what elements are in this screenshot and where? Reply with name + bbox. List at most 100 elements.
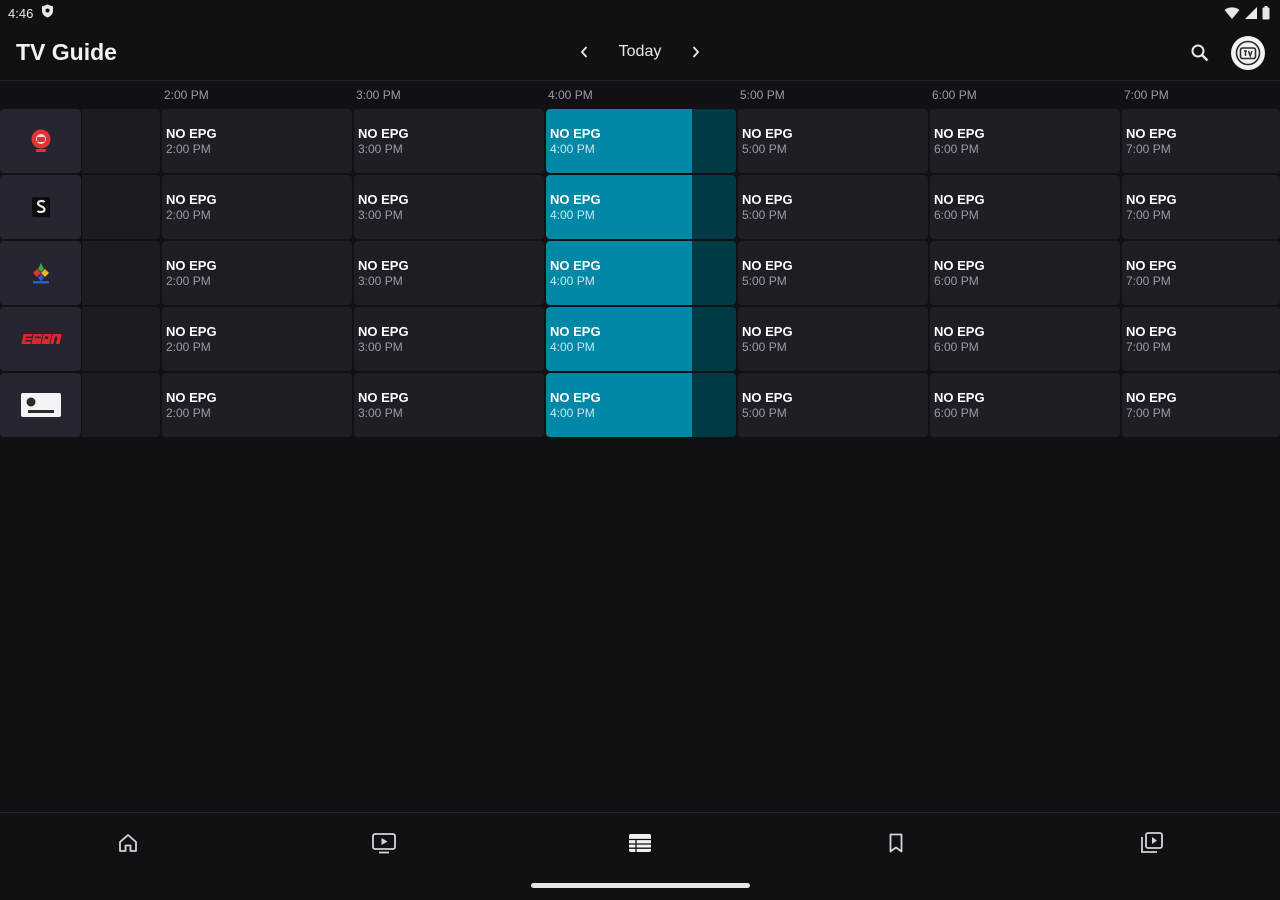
channel-spacer <box>82 241 160 305</box>
time-tick: 2:00 PM <box>164 88 209 102</box>
program-cell[interactable]: NO EPG 2:00 PM <box>162 175 352 239</box>
program-time: 2:00 PM <box>166 340 211 354</box>
timeline-header: 2:00 PM 3:00 PM 4:00 PM 5:00 PM 6:00 PM … <box>0 82 1280 108</box>
program-time: 2:00 PM <box>166 208 211 222</box>
program-title: NO EPG <box>550 192 601 207</box>
next-day-button[interactable] <box>682 36 710 68</box>
program-cell[interactable]: NO EPG 5:00 PM <box>738 241 928 305</box>
gesture-bar[interactable] <box>531 883 750 888</box>
program-time: 6:00 PM <box>934 208 979 222</box>
search-button[interactable] <box>1186 39 1214 67</box>
program-title: NO EPG <box>358 390 409 405</box>
program-title: NO EPG <box>358 126 409 141</box>
channel-logo-red-tv-icon <box>31 129 50 152</box>
program-title: NO EPG <box>550 324 601 339</box>
guide-row: NO EPG 2:00 PM NO EPG 3:00 PM NO EPG 4:0… <box>0 175 1280 239</box>
program-time: 7:00 PM <box>1126 142 1171 156</box>
nav-live-tv-button[interactable] <box>362 827 406 859</box>
program-cell[interactable]: NO EPG 6:00 PM <box>930 109 1120 173</box>
library-icon <box>1141 832 1163 853</box>
program-cell[interactable]: NO EPG 7:00 PM <box>1122 307 1280 371</box>
program-title: NO EPG <box>166 126 217 141</box>
profile-avatar-button[interactable] <box>1231 36 1265 70</box>
program-time: 7:00 PM <box>1126 274 1171 288</box>
program-time: 2:00 PM <box>166 406 211 420</box>
program-time: 6:00 PM <box>934 274 979 288</box>
program-cell[interactable]: NO EPG 6:00 PM <box>930 175 1120 239</box>
date-navigator: Today <box>570 36 710 68</box>
program-title: NO EPG <box>742 126 793 141</box>
program-cell[interactable]: NO EPG 2:00 PM <box>162 307 352 371</box>
program-time: 3:00 PM <box>358 142 403 156</box>
program-cell-now-playing[interactable]: NO EPG 4:00 PM <box>546 109 736 173</box>
program-cell[interactable]: NO EPG 5:00 PM <box>738 373 928 437</box>
program-cell[interactable]: NO EPG 7:00 PM <box>1122 373 1280 437</box>
previous-day-button[interactable] <box>570 36 598 68</box>
program-cell-now-playing[interactable]: NO EPG 4:00 PM <box>546 241 736 305</box>
bookmark-icon <box>889 833 903 853</box>
channel-logo-button[interactable] <box>0 307 81 371</box>
channel-logo-button[interactable] <box>0 241 81 305</box>
program-cell[interactable]: NO EPG 2:00 PM <box>162 109 352 173</box>
program-cell[interactable]: NO EPG 6:00 PM <box>930 373 1120 437</box>
program-cell[interactable]: NO EPG 3:00 PM <box>354 373 544 437</box>
program-cell-now-playing[interactable]: NO EPG 4:00 PM <box>546 373 736 437</box>
program-cell[interactable]: NO EPG 2:00 PM <box>162 373 352 437</box>
battery-icon <box>1262 6 1270 20</box>
nav-guide-button[interactable] <box>618 827 662 859</box>
program-time: 7:00 PM <box>1126 406 1171 420</box>
program-title: NO EPG <box>550 258 601 273</box>
program-title: NO EPG <box>1126 192 1177 207</box>
status-bar: 4:46 <box>0 0 1280 26</box>
program-time: 5:00 PM <box>742 406 787 420</box>
program-cell[interactable]: NO EPG 5:00 PM <box>738 175 928 239</box>
program-cell[interactable]: NO EPG 7:00 PM <box>1122 241 1280 305</box>
program-cell-now-playing[interactable]: NO EPG 4:00 PM <box>546 175 736 239</box>
channel-logo-espn-icon <box>20 334 62 344</box>
program-time: 2:00 PM <box>166 274 211 288</box>
program-cell[interactable]: NO EPG 3:00 PM <box>354 175 544 239</box>
program-time: 4:00 PM <box>550 274 595 288</box>
channel-spacer <box>82 175 160 239</box>
program-time: 4:00 PM <box>550 340 595 354</box>
program-time: 3:00 PM <box>358 208 403 222</box>
nav-home-button[interactable] <box>106 827 150 859</box>
program-cell[interactable]: NO EPG 6:00 PM <box>930 241 1120 305</box>
program-cell[interactable]: NO EPG 3:00 PM <box>354 307 544 371</box>
nav-bookmarks-button[interactable] <box>874 827 918 859</box>
program-cell[interactable]: NO EPG 5:00 PM <box>738 307 928 371</box>
channel-logo-button[interactable] <box>0 109 81 173</box>
program-cell[interactable]: NO EPG 3:00 PM <box>354 241 544 305</box>
home-icon <box>119 834 137 852</box>
program-time: 6:00 PM <box>934 142 979 156</box>
program-title: NO EPG <box>742 324 793 339</box>
program-cell[interactable]: NO EPG 7:00 PM <box>1122 175 1280 239</box>
program-title: NO EPG <box>166 324 217 339</box>
program-time: 6:00 PM <box>934 406 979 420</box>
time-tick: 5:00 PM <box>740 88 785 102</box>
channel-logo-colorful-icon <box>32 263 49 284</box>
program-title: NO EPG <box>742 390 793 405</box>
channel-logo-button[interactable] <box>0 175 81 239</box>
program-cell[interactable]: NO EPG 3:00 PM <box>354 109 544 173</box>
program-title: NO EPG <box>1126 258 1177 273</box>
guide-row: NO EPG 2:00 PM NO EPG 3:00 PM NO EPG 4:0… <box>0 241 1280 305</box>
program-time: 5:00 PM <box>742 340 787 354</box>
program-cell[interactable]: NO EPG 2:00 PM <box>162 241 352 305</box>
program-title: NO EPG <box>742 258 793 273</box>
program-time: 3:00 PM <box>358 274 403 288</box>
nav-library-button[interactable] <box>1130 827 1174 859</box>
program-cell[interactable]: NO EPG 5:00 PM <box>738 109 928 173</box>
program-title: NO EPG <box>1126 390 1177 405</box>
program-title: NO EPG <box>1126 324 1177 339</box>
channel-spacer <box>82 109 160 173</box>
program-cell[interactable]: NO EPG 7:00 PM <box>1122 109 1280 173</box>
chevron-right-icon <box>692 46 700 58</box>
program-title: NO EPG <box>550 390 601 405</box>
program-cell[interactable]: NO EPG 6:00 PM <box>930 307 1120 371</box>
date-label[interactable]: Today <box>619 43 662 61</box>
channel-logo-button[interactable] <box>0 373 81 437</box>
program-time: 4:00 PM <box>550 208 595 222</box>
program-cell-now-playing[interactable]: NO EPG 4:00 PM <box>546 307 736 371</box>
time-tick: 6:00 PM <box>932 88 977 102</box>
